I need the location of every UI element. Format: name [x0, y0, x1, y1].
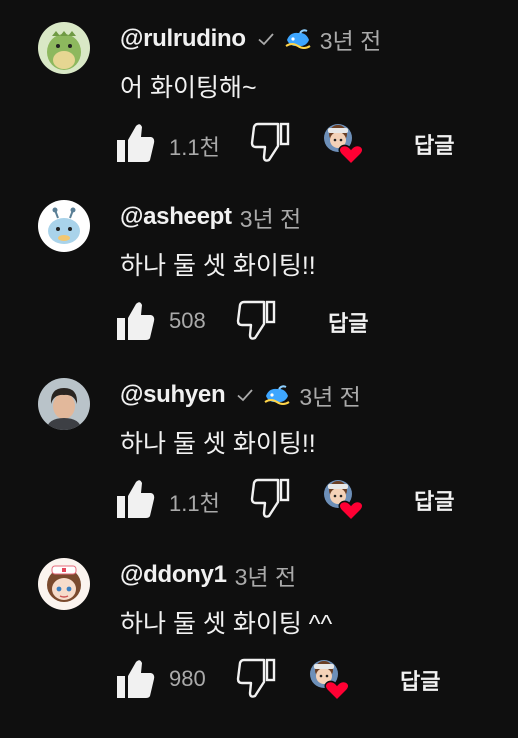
like-count: 508	[169, 308, 206, 333]
like-count: 980	[169, 666, 206, 691]
comment-item: @ddony1 3년 전 하나 둘 셋 화이팅 ^^ 980 답글	[0, 558, 518, 738]
comment-actions: 980 답글	[116, 658, 516, 702]
timestamp[interactable]: 3년 전	[240, 200, 302, 234]
comment-text: 하나 둘 셋 화이팅!!	[120, 430, 316, 458]
like-button[interactable]	[116, 300, 156, 342]
avatar[interactable]	[38, 558, 90, 610]
author-name[interactable]: @rulrudino	[120, 25, 246, 53]
comment-item: @asheept 3년 전 하나 둘 셋 화이팅!! 508 답글	[0, 200, 518, 380]
timestamp[interactable]: 3년 전	[320, 22, 382, 56]
avatar[interactable]	[38, 378, 90, 430]
verified-check-icon	[235, 385, 255, 405]
green-dino-avatar-icon	[38, 22, 90, 74]
comment-actions: 508 답글	[116, 300, 516, 344]
comment-header: @ddony1 3년 전	[120, 560, 296, 590]
comment-header: @suhyen 3년 전	[120, 380, 361, 410]
thumb-up-icon	[117, 124, 155, 162]
creator-heart-badge	[308, 658, 352, 702]
comment-item: @rulrudino 3년 전 어 화이팅해~ 1.1천 답글	[0, 22, 518, 202]
dislike-button[interactable]	[250, 122, 290, 164]
like-count: 1.1천	[169, 491, 220, 516]
thumb-up-icon	[117, 302, 155, 340]
member-badge-icon	[284, 28, 312, 50]
timestamp[interactable]: 3년 전	[299, 378, 361, 412]
like-button[interactable]	[116, 658, 156, 700]
thumb-down-icon	[250, 478, 290, 518]
thumb-down-icon	[236, 658, 276, 698]
thumb-down-icon	[250, 122, 290, 162]
member-badge-icon	[263, 384, 291, 406]
like-button[interactable]	[116, 122, 156, 164]
dislike-button[interactable]	[236, 658, 276, 700]
thumb-down-icon	[236, 300, 276, 340]
avatar[interactable]	[38, 200, 90, 252]
comment-header: @asheept 3년 전	[120, 202, 301, 232]
like-count: 1.1천	[169, 135, 220, 160]
thumb-up-icon	[117, 480, 155, 518]
reply-button[interactable]: 답글	[414, 484, 454, 516]
comment-actions: 1.1천 답글	[116, 122, 516, 166]
blue-bee-avatar-icon	[38, 200, 90, 252]
reply-button[interactable]: 답글	[414, 128, 454, 160]
comment-text: 어 화이팅해~	[120, 74, 257, 102]
like-button[interactable]	[116, 478, 156, 520]
comment-text: 하나 둘 셋 화이팅 ^^	[120, 610, 333, 638]
nurse-girl-avatar-icon	[38, 558, 90, 610]
dislike-button[interactable]	[236, 300, 276, 342]
author-name[interactable]: @suhyen	[120, 381, 226, 409]
dislike-button[interactable]	[250, 478, 290, 520]
creator-heart-badge	[322, 478, 366, 522]
comment-actions: 1.1천 답글	[116, 478, 516, 522]
comment-text: 하나 둘 셋 화이팅!!	[120, 252, 316, 280]
person-photo-avatar-icon	[38, 378, 90, 430]
comment-header: @rulrudino 3년 전	[120, 24, 381, 54]
author-name[interactable]: @ddony1	[120, 561, 227, 589]
avatar[interactable]	[38, 22, 90, 74]
comments-list: @rulrudino 3년 전 어 화이팅해~ 1.1천 답글 @asheept…	[0, 0, 518, 736]
reply-button[interactable]: 답글	[400, 664, 440, 696]
timestamp[interactable]: 3년 전	[235, 558, 297, 592]
comment-item: @suhyen 3년 전 하나 둘 셋 화이팅!! 1.1천 답글	[0, 378, 518, 558]
verified-check-icon	[256, 29, 276, 49]
creator-heart-badge	[322, 122, 366, 166]
author-name[interactable]: @asheept	[120, 203, 232, 231]
thumb-up-icon	[117, 660, 155, 698]
reply-button[interactable]: 답글	[328, 306, 368, 338]
